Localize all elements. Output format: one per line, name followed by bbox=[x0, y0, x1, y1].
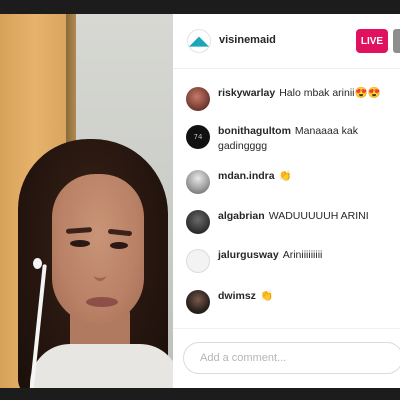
commenter-avatar[interactable] bbox=[186, 87, 210, 111]
commenter-username[interactable]: riskywarlay bbox=[218, 87, 275, 99]
live-header: ◢◣ visinemaid LIVE bbox=[173, 14, 400, 69]
comment-text: riskywarlay Halo mbak arinii😍😍 bbox=[218, 86, 398, 101]
commenter-username[interactable]: mdan.indra bbox=[218, 170, 275, 182]
commenter-avatar[interactable] bbox=[186, 210, 210, 234]
live-badge: LIVE bbox=[356, 29, 388, 53]
commenter-username[interactable]: dwimsz bbox=[218, 290, 256, 302]
comment-item: riskywarlay Halo mbak arinii😍😍 bbox=[173, 80, 400, 116]
commenter-avatar[interactable] bbox=[186, 249, 210, 273]
earbud bbox=[33, 258, 42, 269]
comment-item: 74 bonithagultom Manaaaa kak gadingggg bbox=[173, 118, 400, 154]
host-avatar[interactable]: ◢◣ bbox=[187, 29, 211, 53]
clapping-hands-icon: 👏 bbox=[278, 170, 292, 182]
streamer-right-eye bbox=[110, 242, 128, 249]
live-video-feed[interactable] bbox=[0, 14, 173, 388]
comment-message: Halo mbak arinii😍😍 bbox=[279, 87, 381, 99]
commenter-username[interactable]: jalurgusway bbox=[218, 249, 279, 261]
live-chat-panel: ◢◣ visinemaid LIVE riskywarlay Halo mbak … bbox=[173, 14, 400, 388]
comment-text: mdan.indra 👏 bbox=[218, 169, 398, 184]
clapping-hands-icon: 👏 bbox=[259, 290, 274, 302]
comment-text: dwimsz 👏 bbox=[218, 289, 398, 304]
comment-message: Ariniiiiiiiii bbox=[282, 249, 323, 261]
comment-input[interactable] bbox=[183, 342, 400, 374]
comment-composer bbox=[173, 328, 400, 388]
comment-item: dwimsz 👏 bbox=[173, 283, 400, 319]
more-options-button[interactable] bbox=[393, 29, 400, 53]
streamer-nose bbox=[94, 259, 106, 281]
comment-item: algabrian WADUUUUUH ARINI bbox=[173, 203, 400, 239]
streamer-shirt bbox=[30, 344, 173, 388]
comment-text: algabrian WADUUUUUH ARINI bbox=[218, 209, 398, 224]
window-bottom-bar bbox=[0, 388, 400, 400]
comment-item: jalurgusway Ariniiiiiiiii bbox=[173, 242, 400, 278]
comment-item: mdan.indra 👏 bbox=[173, 163, 400, 199]
commenter-avatar[interactable]: 74 bbox=[186, 125, 210, 149]
host-username[interactable]: visinemaid bbox=[219, 34, 276, 46]
comment-text: bonithagultom Manaaaa kak gadingggg bbox=[218, 124, 398, 154]
commenter-username[interactable]: bonithagultom bbox=[218, 125, 291, 137]
commenter-avatar[interactable] bbox=[186, 290, 210, 314]
streamer-mouth bbox=[86, 297, 118, 307]
commenter-avatar[interactable] bbox=[186, 170, 210, 194]
visinema-logo-icon: ◢◣ bbox=[189, 33, 209, 49]
comment-text: jalurgusway Ariniiiiiiiii bbox=[218, 248, 398, 263]
streamer-left-eye bbox=[70, 240, 90, 247]
commenter-username[interactable]: algabrian bbox=[218, 210, 265, 222]
comment-list: riskywarlay Halo mbak arinii😍😍 74 bonitha… bbox=[173, 70, 400, 340]
window-top-bar bbox=[0, 0, 400, 14]
comment-message: WADUUUUUH ARINI bbox=[268, 210, 369, 222]
